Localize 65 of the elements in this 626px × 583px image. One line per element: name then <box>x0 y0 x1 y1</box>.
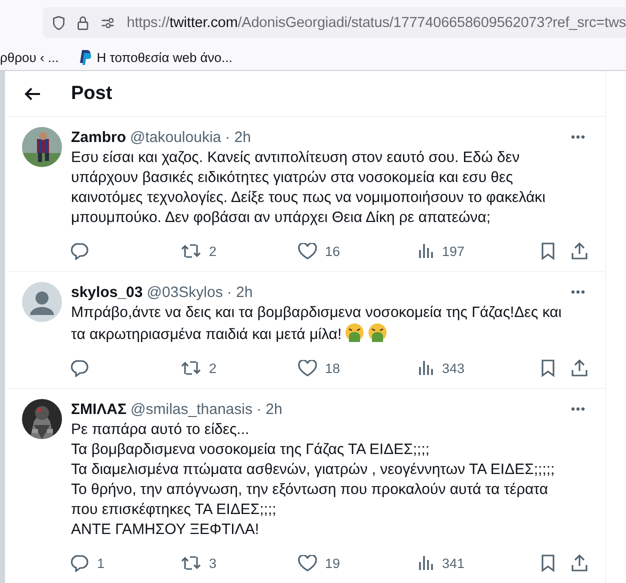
user-name[interactable]: skylos_03 <box>71 284 143 300</box>
repost-count: 2 <box>209 244 217 258</box>
like-count: 18 <box>325 360 340 376</box>
heart-icon[interactable] <box>298 360 317 376</box>
bookmark-icon[interactable] <box>541 359 555 377</box>
post-time[interactable]: · 2h <box>226 284 253 300</box>
vomiting-face-icon <box>344 323 364 342</box>
post-text-line: καινοτόμες τεχνολογίες. Δείξε τους πως να νομιμοποιήσουν το φακελάκι <box>71 189 546 206</box>
post-text-line: Τα διαμελισμένα πτώματα ασθενών, γιατρών , νεογέννητων ΤΑ ΕΙΔΕΣ;;;;; <box>71 461 555 478</box>
bar-chart-icon[interactable] <box>418 555 434 571</box>
post-text-line: ΑΝΤΕ ΓΑΜΗΣΟΥ ΞΕΦΤΙΛΑ! <box>71 521 259 538</box>
bar-chart-icon[interactable] <box>418 360 434 376</box>
post-text-line: υπάρχουν βασικές ειδικότητες γιατρών στα νοσοκομεία και εσυ θες <box>71 169 513 186</box>
share-icon[interactable] <box>571 554 588 572</box>
post-text-line: Μπράβο,άντε να δεις και τα βομβαρδισμενα νοσοκομεία της Γάζας!Δες και <box>71 304 562 321</box>
reply-icon[interactable] <box>71 554 89 572</box>
bookmark-icon[interactable] <box>541 554 555 572</box>
reply-count: 1 <box>97 556 105 570</box>
address-bar[interactable]: https://twitter.com/AdonisGeorgiadi/status/1777406658609562073?ref_src=tws <box>43 7 626 38</box>
post-text-line: τα ακρωτηριασμένα παιδιά και μετά μίλα! <box>71 326 342 343</box>
reply-icon[interactable] <box>71 242 89 260</box>
user-handle[interactable]: @03Skylos <box>146 284 223 300</box>
lock-icon[interactable] <box>77 14 90 32</box>
more-options-icon[interactable] <box>571 407 585 411</box>
user-name[interactable]: ΣΜΙΛΑΣ <box>71 400 127 418</box>
share-icon[interactable] <box>571 359 588 377</box>
post-text-line: Εσυ είσαι και χαζος. Κανείς αντιπολίτευση στον εαυτό σου. Εδώ δεν <box>71 149 520 166</box>
repost-icon[interactable] <box>181 243 201 259</box>
vomiting-face-icon <box>368 323 387 342</box>
avatar-icon[interactable] <box>22 282 62 322</box>
heart-icon[interactable] <box>298 554 317 572</box>
user-handle[interactable]: @smilas_thanasis <box>130 400 252 418</box>
post-time[interactable]: · 2h <box>256 400 282 418</box>
more-options-icon[interactable] <box>571 290 585 294</box>
shield-icon[interactable] <box>52 14 66 32</box>
view-count: 341 <box>442 556 465 570</box>
paypal-icon <box>78 50 91 64</box>
user-handle[interactable]: @takouloukia <box>130 128 222 146</box>
repost-count: 3 <box>209 556 217 570</box>
bookmark-icon[interactable] <box>541 242 555 260</box>
like-count: 16 <box>325 244 340 258</box>
like-count: 19 <box>325 556 340 570</box>
more-options-icon[interactable] <box>571 135 585 139</box>
view-count: 343 <box>442 360 465 376</box>
page-title: Post <box>71 82 112 104</box>
reply-icon[interactable] <box>71 359 89 377</box>
post-text-line: που επισκέφτηκες ΤΑ ΕΙΔΕΣ;;;; <box>71 501 276 518</box>
share-icon[interactable] <box>571 242 588 260</box>
repost-icon[interactable] <box>181 555 201 571</box>
back-arrow-icon[interactable] <box>24 86 41 100</box>
user-name[interactable]: Zambro <box>71 128 126 146</box>
post-text-line: Τα βομβαρδισμενα νοσοκομεία της Γάζας ΤΑ ΕΙΔΕΣ;;;; <box>71 441 430 458</box>
repost-icon[interactable] <box>181 360 201 376</box>
url-text: https://twitter.com/AdonisGeorgiadi/status/1777406658609562073?ref_src=tws <box>126 14 626 30</box>
bar-chart-icon[interactable] <box>418 243 434 259</box>
bookmark-link[interactable]: Η τοποθεσία web άνο... <box>96 50 232 64</box>
permissions-icon[interactable] <box>101 16 115 30</box>
post-text-line: μπουμπούκο. Δεν φοβάσαι αν υπάρχει Θεια Δίκη ρε απατεώνα; <box>71 209 491 226</box>
view-count: 197 <box>442 244 465 258</box>
bookmark-link[interactable]: ρθρου ‹ ... <box>0 50 59 64</box>
repost-count: 2 <box>209 360 217 376</box>
post-text-line: Το θρήνο, την απόγνωση, την εξόντωση που προκαλούν αυτά τα τέρατα <box>71 481 548 498</box>
heart-icon[interactable] <box>298 242 317 260</box>
post-text-line: Ρε παπάρα αυτό το είδες... <box>71 421 250 438</box>
post-time[interactable]: · 2h <box>225 128 251 146</box>
